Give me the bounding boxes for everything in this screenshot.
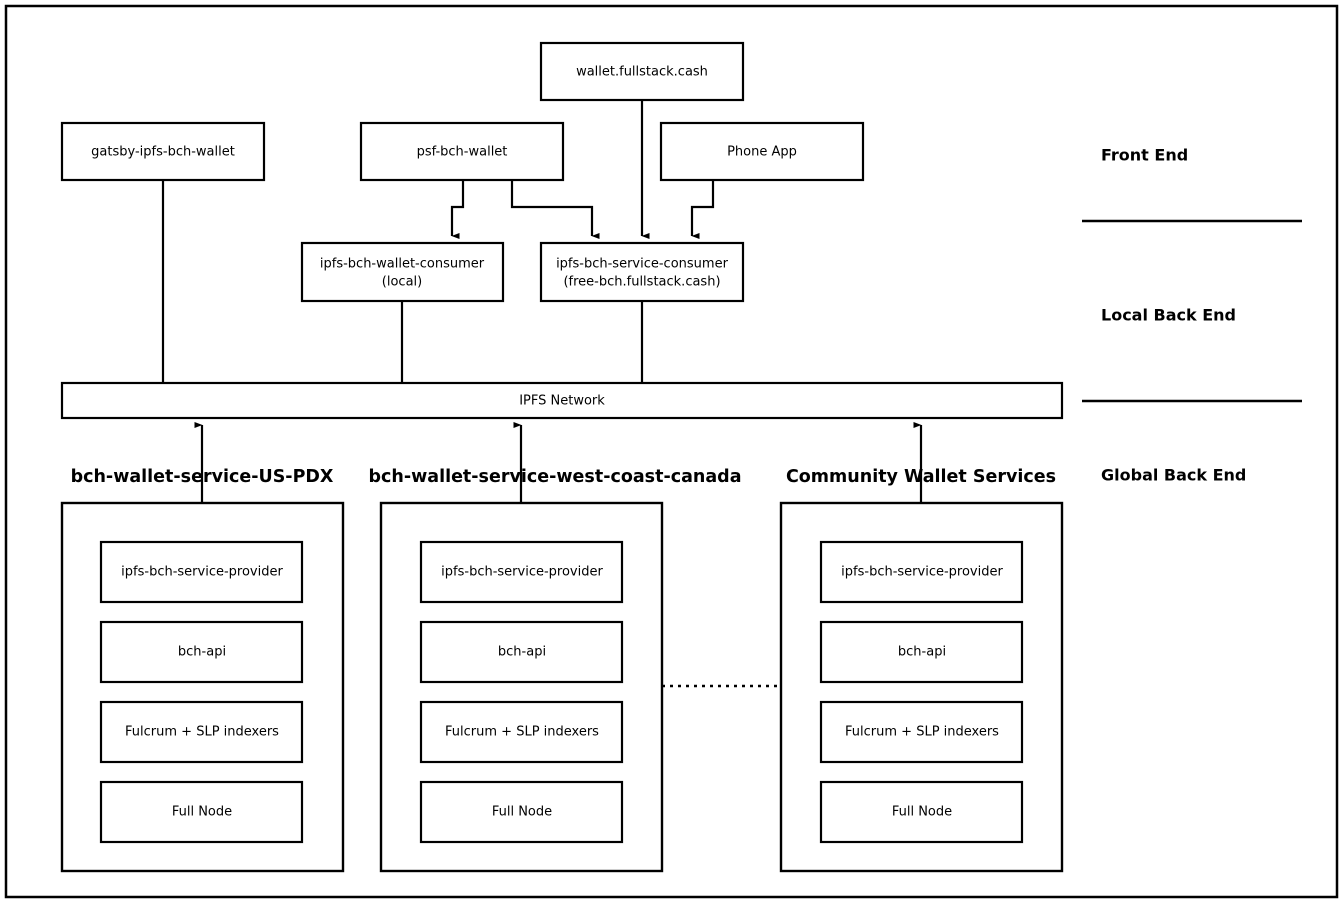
section-label-front-end: Front End xyxy=(1101,146,1188,165)
node-ipfs-bch-service-consumer-label-line2: (free-bch.fullstack.cash) xyxy=(563,275,720,290)
connector-psf-wallet-to-wallet-consumer xyxy=(450,180,465,239)
architecture-diagram: wallet.fullstack.cash gatsby-ipfs-bch-wa… xyxy=(0,0,1343,903)
node-ipfs-bch-wallet-consumer-label-line1: ipfs-bch-wallet-consumer xyxy=(320,257,485,272)
node-gatsby-ipfs-bch-wallet-label: gatsby-ipfs-bch-wallet xyxy=(91,145,235,160)
section-label-local-back-end: Local Back End xyxy=(1101,306,1236,325)
group-west-coast-canada-item-bch-api-label: bch-api xyxy=(498,645,546,660)
group-us-pdx-item-bch-api-label: bch-api xyxy=(178,645,226,660)
node-phone-app-label: Phone App xyxy=(727,145,797,160)
architecture-diagram-canvas: wallet.fullstack.cash gatsby-ipfs-bch-wa… xyxy=(4,4,1339,899)
node-psf-bch-wallet-label: psf-bch-wallet xyxy=(417,145,508,160)
group-us-pdx-item-fulcrum-slp-indexers-label: Fulcrum + SLP indexers xyxy=(125,725,279,740)
group-community-item-full-node-label: Full Node xyxy=(892,805,952,820)
group-community-item-fulcrum-slp-indexers-label: Fulcrum + SLP indexers xyxy=(845,725,999,740)
node-ipfs-bch-service-consumer-label-line1: ipfs-bch-service-consumer xyxy=(556,257,729,272)
node-ipfs-bch-service-consumer xyxy=(539,241,745,303)
node-ipfs-bch-wallet-consumer xyxy=(300,241,505,303)
group-title-community-wallet-services: Community Wallet Services xyxy=(786,467,1056,487)
connector-psf-wallet-to-service-consumer xyxy=(510,180,600,239)
group-west-coast-canada-item-fulcrum-slp-indexers-label: Fulcrum + SLP indexers xyxy=(445,725,599,740)
connector-phone-app-to-service-consumer xyxy=(690,180,715,239)
node-wallet-fullstack-cash-label: wallet.fullstack.cash xyxy=(576,65,708,80)
group-community-item-bch-api-label: bch-api xyxy=(898,645,946,660)
node-ipfs-bch-wallet-consumer-label-line2: (local) xyxy=(382,275,422,290)
group-title-us-pdx: bch-wallet-service-US-PDX xyxy=(71,467,334,487)
group-community-item-ipfs-bch-service-provider-label: ipfs-bch-service-provider xyxy=(841,565,1003,580)
section-label-global-back-end: Global Back End xyxy=(1101,466,1246,485)
ipfs-network-bar-label: IPFS Network xyxy=(519,394,605,409)
group-us-pdx-item-full-node-label: Full Node xyxy=(172,805,232,820)
group-west-coast-canada-item-ipfs-bch-service-provider-label: ipfs-bch-service-provider xyxy=(441,565,603,580)
group-west-coast-canada-item-full-node-label: Full Node xyxy=(492,805,552,820)
group-title-west-coast-canada: bch-wallet-service-west-coast-canada xyxy=(368,467,741,487)
group-us-pdx-item-ipfs-bch-service-provider-label: ipfs-bch-service-provider xyxy=(121,565,283,580)
